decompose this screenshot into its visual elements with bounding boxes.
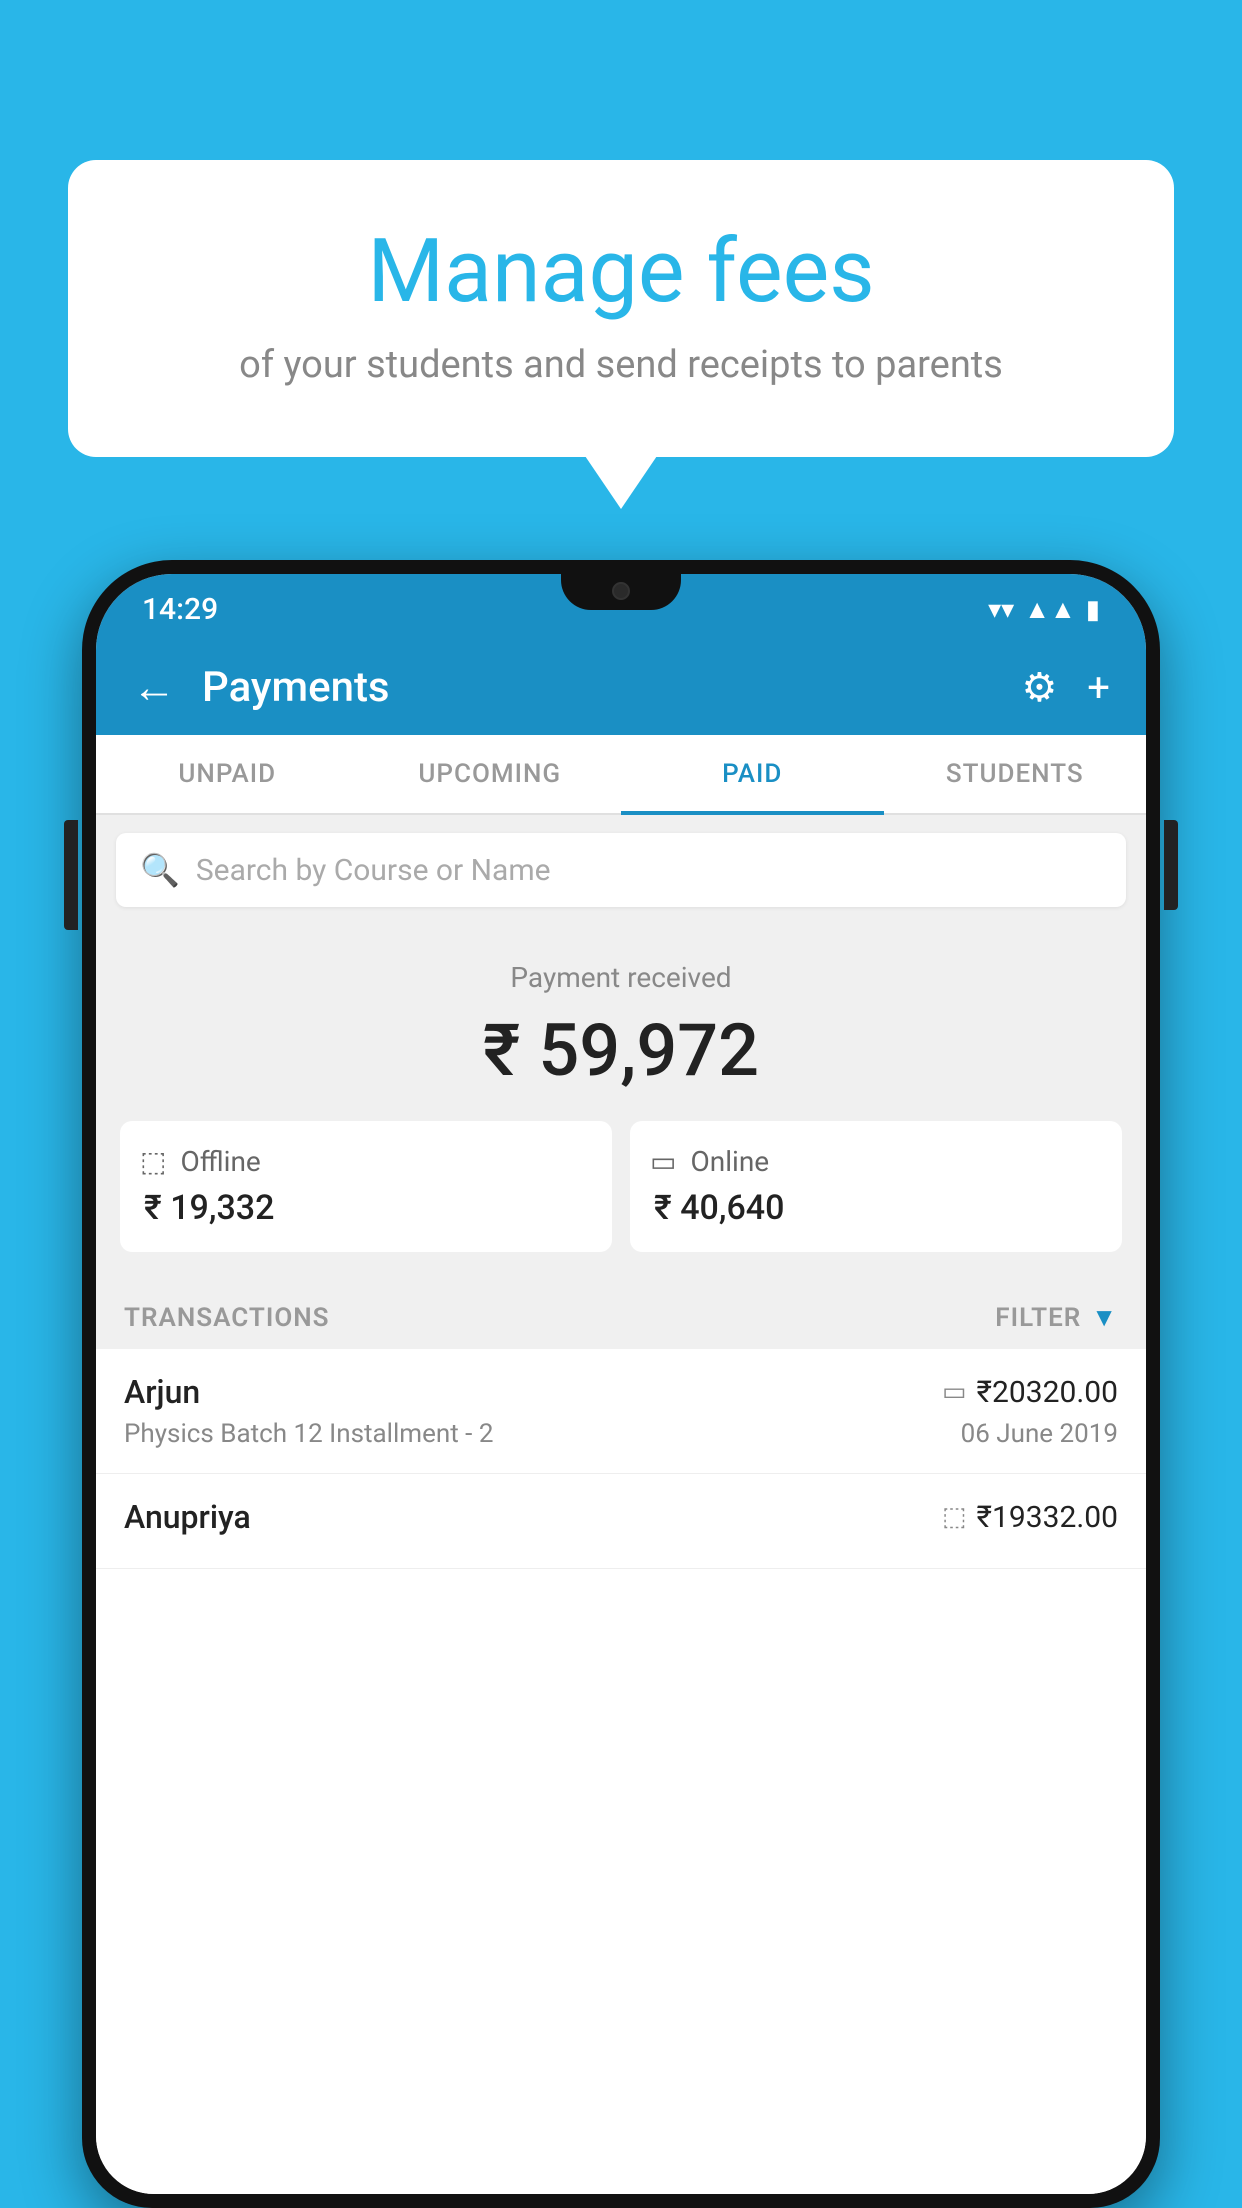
online-icon: ▭ (650, 1145, 676, 1178)
transactions-label: TRANSACTIONS (124, 1303, 330, 1333)
filter-button[interactable]: FILTER ▼ (995, 1302, 1118, 1333)
settings-icon[interactable]: ⚙ (1021, 664, 1057, 711)
transaction-date: 06 June 2019 (961, 1419, 1118, 1449)
bubble-subtitle: of your students and send receipts to pa… (118, 343, 1124, 387)
phone-notch (561, 574, 681, 610)
transaction-list: Arjun ▭ ₹20320.00 Physics Batch 12 Insta… (96, 1349, 1146, 2194)
online-card: ▭ Online ₹ 40,640 (630, 1121, 1122, 1252)
transaction-top: Arjun ▭ ₹20320.00 (124, 1373, 1118, 1411)
payment-received-label: Payment received (116, 961, 1126, 994)
camera (612, 582, 630, 600)
filter-label: FILTER (995, 1303, 1081, 1333)
online-amount: ₹ 40,640 (650, 1188, 1102, 1228)
signal-icon: ▲▲ (1024, 594, 1075, 625)
transaction-name: Anupriya (124, 1498, 251, 1536)
search-icon: 🔍 (140, 851, 180, 889)
transaction-name: Arjun (124, 1373, 200, 1411)
phone-frame: 14:29 ▾▾ ▲▲ ▮ ← Payments ⚙ + UNPAID UPCO… (82, 560, 1160, 2208)
app-header: ← Payments ⚙ + (96, 639, 1146, 735)
header-actions: ⚙ + (1021, 664, 1110, 711)
tab-students[interactable]: STUDENTS (884, 735, 1147, 813)
offline-payment-icon: ⬚ (942, 1502, 967, 1532)
search-input[interactable]: Search by Course or Name (196, 853, 551, 888)
transaction-amount: ₹19332.00 (977, 1500, 1118, 1535)
tab-unpaid[interactable]: UNPAID (96, 735, 359, 813)
transaction-amount: ₹20320.00 (977, 1375, 1118, 1410)
transaction-amount-wrap: ⬚ ₹19332.00 (942, 1500, 1118, 1535)
offline-icon: ⬚ (140, 1145, 166, 1178)
payment-total: ₹ 59,972 (116, 1008, 1126, 1093)
phone-screen: 14:29 ▾▾ ▲▲ ▮ ← Payments ⚙ + UNPAID UPCO… (96, 574, 1146, 2194)
transaction-top: Anupriya ⬚ ₹19332.00 (124, 1498, 1118, 1536)
battery-icon: ▮ (1086, 595, 1100, 625)
back-button[interactable]: ← (132, 661, 176, 713)
offline-label: Offline (180, 1145, 260, 1178)
offline-card-header: ⬚ Offline (140, 1145, 592, 1178)
transaction-amount-wrap: ▭ ₹20320.00 (942, 1375, 1118, 1410)
add-icon[interactable]: + (1087, 664, 1110, 711)
wifi-icon: ▾▾ (988, 595, 1014, 625)
bubble-title: Manage fees (118, 220, 1124, 323)
transaction-course: Physics Batch 12 Installment - 2 (124, 1419, 493, 1449)
tabs: UNPAID UPCOMING PAID STUDENTS (96, 735, 1146, 815)
table-row[interactable]: Anupriya ⬚ ₹19332.00 (96, 1474, 1146, 1569)
offline-amount: ₹ 19,332 (140, 1188, 592, 1228)
payment-cards: ⬚ Offline ₹ 19,332 ▭ Online ₹ 40,640 (120, 1121, 1122, 1252)
online-card-header: ▭ Online (650, 1145, 1102, 1178)
table-row[interactable]: Arjun ▭ ₹20320.00 Physics Batch 12 Insta… (96, 1349, 1146, 1474)
page-title: Payments (202, 663, 1021, 712)
filter-icon: ▼ (1091, 1302, 1118, 1333)
tab-upcoming[interactable]: UPCOMING (359, 735, 622, 813)
transactions-header: TRANSACTIONS FILTER ▼ (96, 1280, 1146, 1349)
payment-summary: Payment received ₹ 59,972 ⬚ Offline ₹ 19… (96, 925, 1146, 1280)
status-icons: ▾▾ ▲▲ ▮ (988, 594, 1100, 625)
transaction-bottom: Physics Batch 12 Installment - 2 06 June… (124, 1419, 1118, 1449)
speech-bubble: Manage fees of your students and send re… (68, 160, 1174, 457)
status-time: 14:29 (142, 592, 218, 627)
search-bar[interactable]: 🔍 Search by Course or Name (116, 833, 1126, 907)
tab-paid[interactable]: PAID (621, 735, 884, 813)
online-label: Online (690, 1145, 769, 1178)
online-payment-icon: ▭ (942, 1377, 967, 1407)
offline-card: ⬚ Offline ₹ 19,332 (120, 1121, 612, 1252)
